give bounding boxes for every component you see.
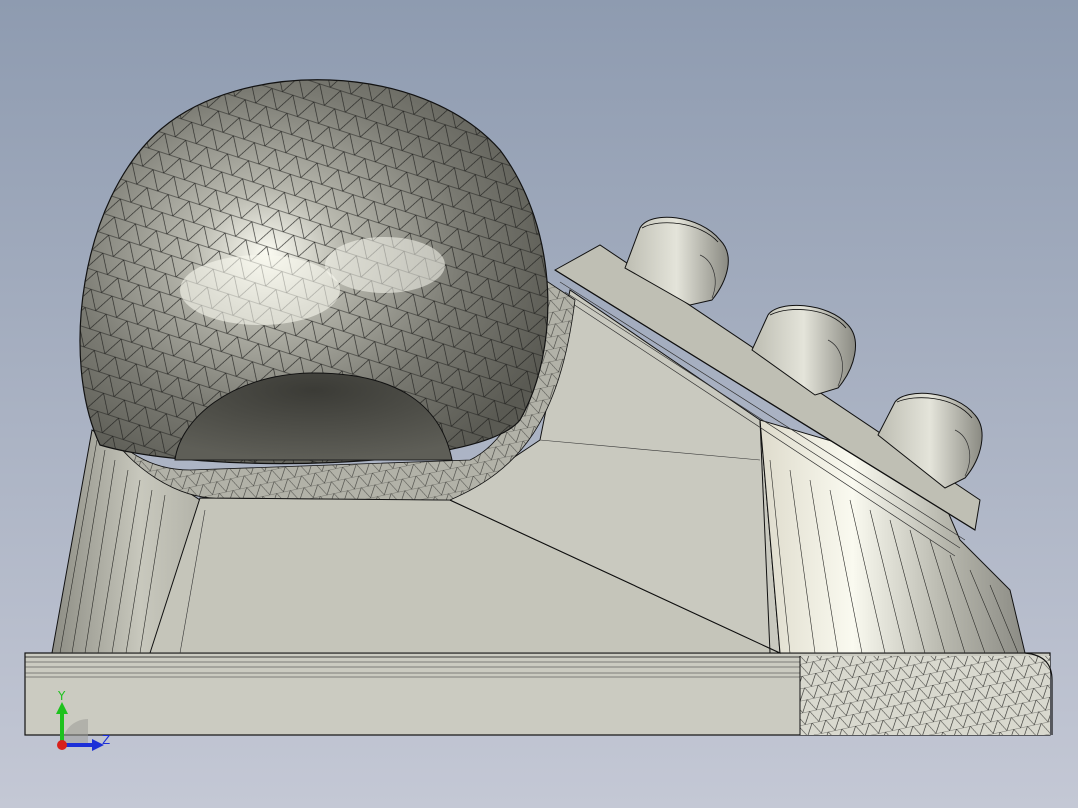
z-axis-label: Z [102,733,110,747]
model-scene[interactable]: Y Z [0,0,1078,808]
y-axis-label: Y [57,689,66,703]
base-plate[interactable] [24,652,1053,736]
x-axis-dot [57,740,67,750]
graphics-viewport[interactable]: Y Z [0,0,1078,808]
